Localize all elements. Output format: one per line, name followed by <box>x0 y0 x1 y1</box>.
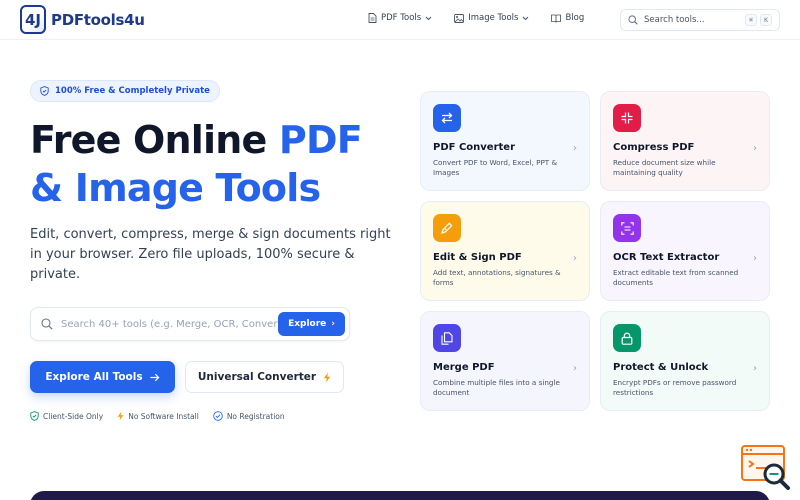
page-title: Free Online PDF & Image Tools <box>30 116 420 212</box>
lightning-icon <box>117 411 124 421</box>
tool-title: OCR Text Extractor <box>613 252 720 263</box>
nav-label: Blog <box>565 13 585 23</box>
book-icon <box>551 14 562 23</box>
search-icon <box>41 318 53 330</box>
chevron-right-icon: › <box>753 143 757 154</box>
feature-client-side: Client-Side Only <box>30 411 103 421</box>
hero-search-input[interactable]: Search 40+ tools (e.g. Merge, OCR, Conve… <box>30 307 350 341</box>
nav-label: PDF Tools <box>381 13 422 23</box>
badge-label: 100% Free & Completely Private <box>55 86 210 96</box>
compress-icon <box>613 104 641 132</box>
logo[interactable]: 4J PDFtools4u <box>20 5 145 34</box>
nav-blog[interactable]: Blog <box>551 13 584 23</box>
lightning-icon <box>323 372 331 382</box>
tool-card-pdf-converter[interactable]: PDF Converter Convert PDF to Word, Excel… <box>420 91 590 191</box>
document-icon <box>368 13 377 23</box>
tool-desc: Reduce document size while maintaining q… <box>613 158 716 177</box>
shield-check-icon <box>30 411 39 421</box>
nav-label: Image Tools <box>468 13 519 23</box>
chevron-down-icon <box>425 16 432 20</box>
main-nav: PDF Tools Image Tools Blog <box>368 13 606 23</box>
feature-list: Client-Side Only No Software Install No … <box>30 411 299 421</box>
tool-desc: Extract editable text from scanned docum… <box>613 268 739 287</box>
feature-no-registration: No Registration <box>213 411 285 421</box>
logo-text: PDFtools4u <box>51 10 145 29</box>
header-search[interactable]: Search tools... ⌘ K <box>620 9 780 31</box>
image-icon <box>454 13 465 23</box>
search-icon <box>628 15 638 25</box>
scan-icon <box>613 214 641 242</box>
kbd-k: K <box>760 14 772 26</box>
nav-image-tools[interactable]: Image Tools <box>454 13 529 23</box>
tool-desc: Combine multiple files into a single doc… <box>433 378 560 397</box>
tool-title: PDF Converter <box>433 142 515 153</box>
nav-pdf-tools[interactable]: PDF Tools <box>368 13 432 23</box>
arrow-right-icon <box>150 373 160 381</box>
chevron-right-icon: › <box>753 253 757 264</box>
chevron-right-icon: › <box>573 143 577 154</box>
tool-title: Protect & Unlock <box>613 362 709 373</box>
tool-desc: Encrypt PDFs or remove password restrict… <box>613 378 737 397</box>
tool-card-edit-sign[interactable]: Edit & Sign PDF Add text, annotations, s… <box>420 201 590 301</box>
tool-card-merge-pdf[interactable]: Merge PDF Combine multiple files into a … <box>420 311 590 411</box>
chevron-down-icon <box>523 16 529 20</box>
bottom-banner <box>30 491 770 500</box>
chevron-right-icon: › <box>753 363 757 374</box>
shield-icon <box>40 86 49 96</box>
tool-desc: Convert PDF to Word, Excel, PPT & Images <box>433 158 558 177</box>
tool-desc: Add text, annotations, signatures & form… <box>433 268 561 287</box>
hero-subtitle: Edit, convert, compress, merge & sign do… <box>30 227 391 282</box>
tool-card-compress-pdf[interactable]: Compress PDF Reduce document size while … <box>600 91 770 191</box>
hero-search-placeholder: Search 40+ tools (e.g. Merge, OCR, Conve… <box>61 318 279 330</box>
check-circle-icon <box>213 411 223 421</box>
header-search-placeholder: Search tools... <box>644 15 705 25</box>
files-icon <box>433 324 461 352</box>
universal-converter-button[interactable]: Universal Converter <box>185 361 344 393</box>
code-search-icon[interactable] <box>740 444 792 490</box>
cta-secondary-label: Universal Converter <box>197 371 317 383</box>
swap-arrows-icon <box>433 104 461 132</box>
explore-all-tools-button[interactable]: Explore All Tools <box>30 361 175 393</box>
title-accent-pdf: PDF <box>278 118 363 162</box>
feature-label: No Software Install <box>128 411 199 421</box>
tool-title: Compress PDF <box>613 142 695 153</box>
feature-label: Client-Side Only <box>43 411 104 421</box>
chevron-right-icon: › <box>331 319 335 329</box>
tool-title: Merge PDF <box>433 362 495 373</box>
cta-primary-label: Explore All Tools <box>45 371 143 383</box>
lock-icon <box>613 324 641 352</box>
free-private-badge: 100% Free & Completely Private <box>30 80 220 102</box>
title-plain: Free Online <box>30 118 279 162</box>
explore-button[interactable]: Explore › <box>278 312 345 336</box>
chevron-right-icon: › <box>573 253 577 264</box>
tool-title: Edit & Sign PDF <box>433 252 522 263</box>
pen-icon <box>433 214 461 242</box>
title-accent-tools: & Image Tools <box>30 166 321 210</box>
explore-label: Explore <box>288 319 327 329</box>
feature-no-install: No Software Install <box>117 411 199 421</box>
tool-card-protect-unlock[interactable]: Protect & Unlock Encrypt PDFs or remove … <box>600 311 770 411</box>
logo-mark: 4J <box>20 5 46 34</box>
feature-label: No Registration <box>226 411 285 421</box>
site-header: 4J PDFtools4u PDF Tools Image Tools Blog… <box>0 0 800 40</box>
chevron-right-icon: › <box>573 363 577 374</box>
kbd-cmd: ⌘ <box>745 14 758 26</box>
tool-card-ocr[interactable]: OCR Text Extractor Extract editable text… <box>600 201 770 301</box>
